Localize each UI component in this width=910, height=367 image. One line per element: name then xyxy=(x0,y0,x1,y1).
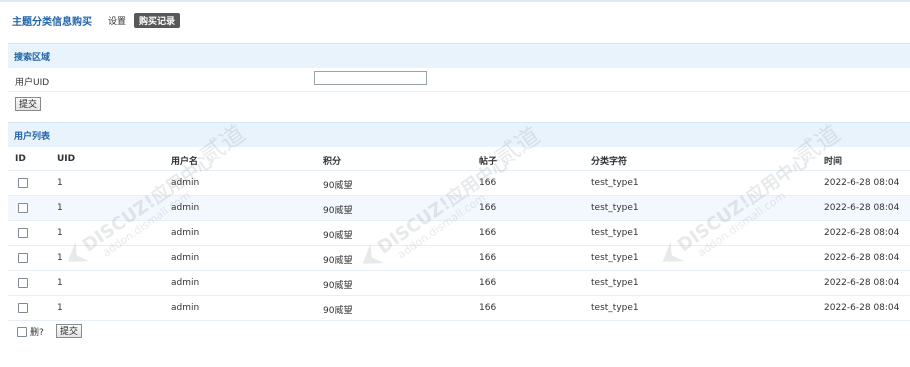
table-row: 1 admin 90威望 166 test_type1 2022-6-28 08:04 xyxy=(8,271,910,296)
table-row: 1 admin 90威望 166 test_type1 2022-6-28 08:04 xyxy=(8,171,910,196)
cell-posts: 166 xyxy=(479,203,497,213)
column-header-id: ID xyxy=(15,154,26,164)
table-row: 1 admin 90威望 166 test_type1 2022-6-28 08:04 xyxy=(8,246,910,271)
user-list-section-header: 用户列表 xyxy=(8,122,910,147)
search-section-header: 搜索区域 xyxy=(8,43,910,68)
cell-score: 90威望 xyxy=(323,181,353,191)
column-header-type: 分类字符 xyxy=(591,157,628,167)
cell-score: 90威望 xyxy=(323,306,353,316)
column-header-time: 时间 xyxy=(824,157,843,167)
cell-username: admin xyxy=(171,203,200,213)
column-header-score: 积分 xyxy=(323,157,342,167)
column-header-username: 用户名 xyxy=(171,157,199,167)
cell-score: 90威望 xyxy=(323,231,353,241)
tab-purchase-records[interactable]: 购买记录 xyxy=(134,12,181,28)
page-header: 主题分类信息购买 设置 购买记录 xyxy=(12,12,188,28)
cell-uid: 1 xyxy=(57,228,63,238)
top-border xyxy=(0,0,910,2)
cell-time: 2022-6-28 08:04 xyxy=(824,178,900,188)
cell-username: admin xyxy=(171,303,200,313)
row-checkbox[interactable] xyxy=(18,228,28,238)
search-section-title: 搜索区域 xyxy=(14,52,51,63)
cell-score: 90威望 xyxy=(323,256,353,266)
cell-type: test_type1 xyxy=(591,178,639,188)
table-footer: 删? xyxy=(17,325,44,338)
cell-type: test_type1 xyxy=(591,253,639,263)
cell-score: 90威望 xyxy=(323,281,353,291)
column-header-posts: 帖子 xyxy=(479,157,498,167)
cell-username: admin xyxy=(171,228,200,238)
cell-username: admin xyxy=(171,178,200,188)
cell-score: 90威望 xyxy=(323,206,353,216)
search-submit-button[interactable]: 提交 xyxy=(15,97,42,111)
cell-uid: 1 xyxy=(57,303,63,313)
table-row: 1 admin 90威望 166 test_type1 2022-6-28 08:04 xyxy=(8,296,910,321)
cell-uid: 1 xyxy=(57,253,63,263)
divider xyxy=(8,91,910,92)
cell-username: admin xyxy=(171,278,200,288)
uid-field-label: 用户UID xyxy=(15,78,50,88)
cell-time: 2022-6-28 08:04 xyxy=(824,203,900,213)
tab-settings[interactable]: 设置 xyxy=(108,14,126,27)
cell-type: test_type1 xyxy=(591,278,639,288)
row-checkbox[interactable] xyxy=(18,253,28,263)
uid-search-input[interactable] xyxy=(314,71,427,85)
cell-posts: 166 xyxy=(479,253,497,263)
row-checkbox[interactable] xyxy=(18,303,28,313)
cell-time: 2022-6-28 08:04 xyxy=(824,228,900,238)
cell-posts: 166 xyxy=(479,228,497,238)
table-header: ID UID 用户名 积分 帖子 分类字符 时间 xyxy=(8,148,910,171)
cell-uid: 1 xyxy=(57,278,63,288)
row-checkbox[interactable] xyxy=(18,203,28,213)
cell-type: test_type1 xyxy=(591,303,639,313)
cell-time: 2022-6-28 08:04 xyxy=(824,278,900,288)
list-submit-button[interactable]: 提交 xyxy=(56,324,83,338)
row-checkbox[interactable] xyxy=(18,178,28,188)
table-row: 1 admin 90威望 166 test_type1 2022-6-28 08:04 xyxy=(8,196,910,221)
page-title: 主题分类信息购买 xyxy=(12,16,92,28)
table-body: 1 admin 90威望 166 test_type1 2022-6-28 08:04 1 a… xyxy=(8,171,910,321)
cell-type: test_type1 xyxy=(591,228,639,238)
delete-checkbox[interactable] xyxy=(17,326,27,337)
table-row: 1 admin 90威望 166 test_type1 2022-6-28 08:04 xyxy=(8,221,910,246)
cell-username: admin xyxy=(171,253,200,263)
row-checkbox[interactable] xyxy=(18,278,28,288)
delete-label: 删? xyxy=(30,328,44,338)
cell-uid: 1 xyxy=(57,203,63,213)
cell-uid: 1 xyxy=(57,178,63,188)
cell-type: test_type1 xyxy=(591,203,639,213)
cell-posts: 166 xyxy=(479,278,497,288)
column-header-uid: UID xyxy=(57,154,76,164)
cell-time: 2022-6-28 08:04 xyxy=(824,303,900,313)
user-list-section-title: 用户列表 xyxy=(14,131,51,142)
user-list-table: ID UID 用户名 积分 帖子 分类字符 时间 1 admin 90威望 166 te… xyxy=(8,148,910,321)
cell-posts: 166 xyxy=(479,178,497,188)
cell-posts: 166 xyxy=(479,303,497,313)
cell-time: 2022-6-28 08:04 xyxy=(824,253,900,263)
